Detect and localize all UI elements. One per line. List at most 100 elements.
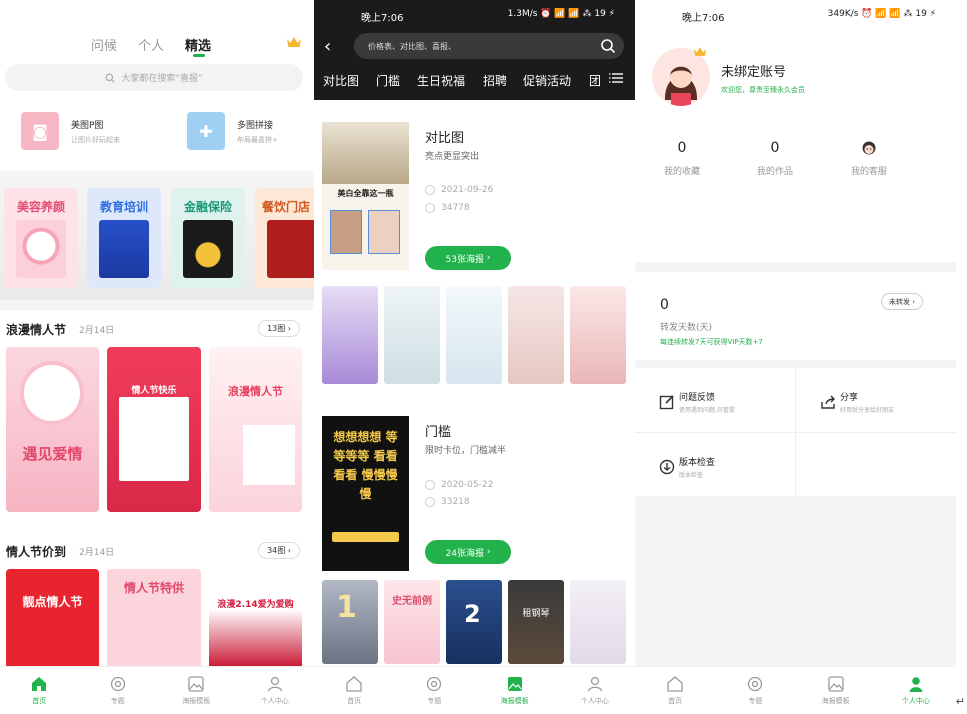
search-placeholder: 大家都在搜索“喜报” xyxy=(121,74,203,84)
tab-greeting[interactable]: 问候 xyxy=(91,35,117,54)
poster-card[interactable]: 浪漫2.14爱为爱购 xyxy=(209,569,302,669)
nav-label: 专题 xyxy=(427,697,442,705)
poster-title: 情人节快乐 xyxy=(131,386,177,396)
menu-icon[interactable] xyxy=(609,72,623,84)
nav-topics[interactable]: 专题 xyxy=(394,667,474,714)
template-thumb[interactable] xyxy=(446,286,502,384)
profile-menu-grid: 问题反馈 使用遇到问题,尽管提 分享 好用就分享给好朋友 版本检查 版本检查 xyxy=(635,368,956,496)
nav-templates[interactable]: 海报模板 xyxy=(475,667,555,714)
stat-label: 我的作品 xyxy=(756,167,793,177)
template-thumb[interactable]: 2 xyxy=(446,580,502,664)
card-cover[interactable]: 美白全靠这一瓶 xyxy=(322,122,409,270)
search-input[interactable]: 价格表、对比图、喜报、 xyxy=(354,33,624,59)
tab-hiring[interactable]: 招聘 xyxy=(483,72,507,89)
account-name[interactable]: 未绑定账号 xyxy=(721,61,786,80)
nav-label: 个人中心 xyxy=(901,697,930,705)
category-education[interactable]: 教育培训 xyxy=(87,188,161,288)
poster-card[interactable]: 靓点情人节 xyxy=(6,569,99,669)
image-icon xyxy=(507,677,522,691)
cover-photo xyxy=(322,122,409,184)
category-label: 美容养颜 xyxy=(16,200,65,214)
section-count-button[interactable]: 13图 › xyxy=(258,320,300,337)
section-count-button[interactable]: 34图 › xyxy=(258,542,300,559)
not-forwarded-button[interactable]: 未转发 › xyxy=(881,293,924,310)
forward-days-label: 转发天数(天) xyxy=(660,323,713,333)
posters-button[interactable]: 24张海报 › xyxy=(425,540,511,564)
template-thumb[interactable] xyxy=(322,286,378,384)
nav-profile[interactable]: 个人中心 xyxy=(555,667,635,714)
nav-topics[interactable]: 专题 xyxy=(79,667,158,714)
menu-share[interactable]: 分享 好用就分享给好朋友 xyxy=(796,368,956,432)
menu-feedback[interactable]: 问题反馈 使用遇到问题,尽管提 xyxy=(635,368,795,432)
poster-card[interactable]: 情人节快乐 xyxy=(107,347,201,512)
card-views: 34778 xyxy=(425,203,470,213)
card-date: 2021-09-26 xyxy=(425,185,493,195)
category-beauty[interactable]: 美容养颜 xyxy=(4,188,78,288)
status-indicators: 1.3M/s ⏰ 📶 📶 ⁂ 19 ⚡ xyxy=(507,9,615,19)
poster-card[interactable]: 浪漫情人节 xyxy=(209,347,302,512)
photo-frame xyxy=(243,425,295,485)
nav-home[interactable]: 首页 xyxy=(314,667,394,714)
home-icon xyxy=(346,676,362,692)
bottom-nav: 首页 专题 海报模板 个人中心 xyxy=(0,666,314,714)
nav-home[interactable]: 首页 xyxy=(0,667,79,714)
nav-label: 专题 xyxy=(748,697,763,705)
menu-version-check[interactable]: 版本检查 版本检查 xyxy=(635,433,795,497)
search-icon[interactable] xyxy=(600,38,616,54)
template-thumb[interactable]: 史无前例 xyxy=(384,580,440,664)
stat-favorites[interactable]: 0 我的收藏 xyxy=(637,140,727,177)
status-time: 晚上7:06 xyxy=(682,13,725,24)
tab-birthday[interactable]: 生日祝福 xyxy=(417,72,465,89)
category-finance[interactable]: 金融保险 xyxy=(171,188,245,288)
card-cover[interactable]: 想想想想 等等等等 看看看看 慢慢慢慢 xyxy=(322,416,409,571)
clock-icon xyxy=(425,185,435,195)
stat-works[interactable]: 0 我的作品 xyxy=(730,140,820,177)
card-subtitle: 亮点更显突出 xyxy=(425,152,480,162)
nav-templates[interactable]: 海报模板 xyxy=(157,667,236,714)
poster-card[interactable]: 遇见爱情 xyxy=(6,347,99,512)
card-date: 2020-05-22 xyxy=(425,480,493,490)
back-arrow-icon[interactable]: ‹ xyxy=(324,36,331,57)
category-restaurant[interactable]: 餐饮门店 xyxy=(255,188,314,288)
nav-profile[interactable]: 个人中心 xyxy=(236,667,315,714)
template-thumb[interactable] xyxy=(384,286,440,384)
status-indicators: 349K/s ⏰ 📶 📶 ⁂ 19 ⚡ xyxy=(827,9,936,19)
search-input[interactable]: 大家都在搜索“喜报” xyxy=(5,64,303,91)
nav-label: 个人中心 xyxy=(580,697,609,705)
home-icon xyxy=(32,677,47,691)
bottom-nav: 首页 专题 海报模板 个人中心 xyxy=(314,666,635,714)
tool-photo-edit[interactable]: ◙ 美图P图 让图片好玩起来 xyxy=(21,112,120,150)
tab-comparison[interactable]: 对比图 xyxy=(323,72,359,89)
tool-sub: 让图片好玩起来 xyxy=(71,135,120,144)
nav-home[interactable]: 首页 xyxy=(635,667,715,714)
tool-title: 美图P图 xyxy=(71,120,104,131)
thumb-text: 租钢琴 xyxy=(522,609,550,619)
tool-collage[interactable]: ✚ 多图拼接 布局最喜拼+ xyxy=(187,112,278,150)
nav-profile[interactable]: 个人中心 xyxy=(876,667,956,714)
posters-button[interactable]: 53张海报 › xyxy=(425,246,511,270)
nav-topics[interactable]: 专题 xyxy=(715,667,795,714)
stat-support[interactable]: 我的客服 xyxy=(824,140,914,177)
template-thumb[interactable]: 租钢琴 xyxy=(508,580,564,664)
template-thumb[interactable]: 1 xyxy=(322,580,378,664)
template-thumb[interactable] xyxy=(570,580,626,664)
tab-featured[interactable]: 精选 xyxy=(185,35,211,54)
button-label: 24张海报 xyxy=(445,548,484,559)
poster-title: 靓点情人节 xyxy=(22,595,83,609)
flower-icon xyxy=(748,676,763,692)
eye-icon xyxy=(425,203,435,213)
template-thumb[interactable] xyxy=(570,286,626,384)
template-thumb[interactable] xyxy=(508,286,564,384)
tab-promotion[interactable]: 促销活动 xyxy=(523,72,571,89)
tool-title: 多图拼接 xyxy=(237,120,274,131)
tab-group[interactable]: 团 xyxy=(589,72,601,89)
forward-days-number: 0 xyxy=(660,297,669,313)
poster-card[interactable]: 情人节特供 xyxy=(107,569,201,669)
tab-threshold[interactable]: 门槛 xyxy=(376,72,400,89)
crown-icon[interactable] xyxy=(286,36,302,48)
crown-icon xyxy=(693,47,707,56)
category-image xyxy=(99,220,149,278)
edit-icon xyxy=(659,395,674,410)
nav-templates[interactable]: 海报模板 xyxy=(796,667,876,714)
tab-personal[interactable]: 个人 xyxy=(138,35,164,54)
